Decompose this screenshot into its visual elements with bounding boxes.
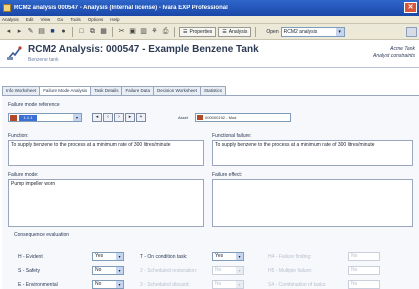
consequence-evaluation-label: Consequence evaluation <box>14 232 70 238</box>
open-icon[interactable]: ▤ <box>37 27 46 36</box>
properties-button[interactable]: ☰ Properties <box>179 26 217 37</box>
last-record-icon[interactable]: ▸ <box>125 113 135 122</box>
on-condition-task-select[interactable]: Yes ▾ <box>212 252 244 261</box>
header-side-line2: Analyst constraints <box>373 53 415 59</box>
chevron-down-icon[interactable]: ▾ <box>236 253 243 260</box>
tab-decision-worksheet[interactable]: Decision Worksheet <box>153 86 201 95</box>
menu-analysis[interactable]: Analysis <box>2 17 19 22</box>
window-title: RCM2 analysis 000547 - Analysis (Interna… <box>14 5 228 11</box>
multiple-failure-select: No <box>348 266 380 275</box>
chevron-down-icon[interactable]: ▾ <box>73 114 81 121</box>
menu-edit[interactable]: Edit <box>26 17 34 22</box>
scheduled-restoration-label: 2 - Scheduled restoration: <box>140 268 198 274</box>
asset-label: Asset <box>178 115 189 120</box>
h-evident-select[interactable]: Yes ▾ <box>92 252 124 261</box>
s-safety-label: S - Safety <box>18 268 40 274</box>
chevron-down-icon: ▾ <box>236 267 243 274</box>
menu-go[interactable]: Go <box>57 17 63 22</box>
new-icon[interactable]: □ <box>77 27 86 36</box>
scheduled-discard-select: No ▾ <box>212 280 244 289</box>
properties-icon: ☰ <box>183 28 188 35</box>
title-bar: RCM2 analysis 000547 - Analysis (Interna… <box>0 0 419 16</box>
header-side-line1: Acme Tank <box>390 46 415 52</box>
report-icon[interactable]: ▥ <box>139 27 148 36</box>
analysis-icon: ☰ <box>222 28 227 35</box>
toolbar-separator <box>255 26 257 37</box>
open-label: Open <box>266 28 279 35</box>
record-nav-buttons: ◂ ‹ › ▸ + <box>92 113 146 122</box>
print-icon[interactable]: ⎙ <box>161 27 170 36</box>
chevron-down-icon: ▾ <box>236 281 243 288</box>
reference-value: 1.1.1 <box>19 115 37 121</box>
toolbar-separator <box>174 26 175 37</box>
save-icon[interactable]: ■ <box>48 27 57 36</box>
toolbar: ◂ ▸ ✎ ▤ ■ ● □ ⧉ ▦ ✂ ▣ ▥ ⚘ ⎙ ☰ Properties… <box>0 24 419 40</box>
toolbar-end-button[interactable] <box>406 27 417 37</box>
forward-icon[interactable]: ▸ <box>15 27 24 36</box>
first-record-icon[interactable]: ◂ <box>92 113 102 122</box>
failure-mode-reference-field[interactable]: 1.1.1 ▾ <box>8 113 82 122</box>
h-evident-label: H - Evident <box>18 254 43 260</box>
combination-of-tasks-label: S4 - Combination of tasks: <box>268 282 327 288</box>
copy-record-icon[interactable]: ▣ <box>128 27 137 36</box>
back-icon[interactable]: ◂ <box>4 27 13 36</box>
function-textarea[interactable]: To supply benzene to the process at a mi… <box>8 140 204 166</box>
asset-field[interactable]: 000000192 - Mod <box>195 113 291 122</box>
tab-statistics[interactable]: Statistics <box>199 86 226 95</box>
tab-task-details[interactable]: Task Details <box>90 86 123 95</box>
menu-help[interactable]: Help <box>110 17 119 22</box>
app-icon <box>3 4 11 12</box>
record-link-icon <box>10 115 17 121</box>
failure-mode-reference-label: Failure mode reference <box>8 102 60 108</box>
chevron-down-icon[interactable]: ▾ <box>116 253 123 260</box>
analysis-record-icon <box>7 46 22 60</box>
on-condition-task-label: T - On condition task: <box>140 254 188 260</box>
toolbar-separator <box>112 26 113 37</box>
failure-effect-label: Failure effect: <box>212 172 243 178</box>
menu-bar: Analysis Edit View Go Tools Options Help <box>0 16 419 24</box>
record-header: RCM2 Analysis: 000547 - Example Benzene … <box>0 40 419 68</box>
multiple-failure-label: H5 - Multiple failure: <box>268 268 313 274</box>
page-title: RCM2 Analysis: 000547 - Example Benzene … <box>28 44 259 55</box>
previous-record-icon[interactable]: ‹ <box>103 113 113 122</box>
analysis-button[interactable]: ☰ Analysis <box>218 26 252 37</box>
paste-icon[interactable]: ▦ <box>99 27 108 36</box>
combination-of-tasks-select: No <box>348 280 380 289</box>
toolbar-separator <box>72 26 73 37</box>
tab-strip: Info Worksheet Failure Mode Analysis Tas… <box>2 86 226 96</box>
e-environmental-select[interactable]: No ▾ <box>92 280 124 289</box>
chevron-down-icon[interactable]: ▾ <box>116 267 123 274</box>
new-record-nav-icon[interactable]: + <box>136 113 146 122</box>
chevron-down-icon[interactable]: ▾ <box>335 27 344 36</box>
attach-icon[interactable]: ⚘ <box>150 27 159 36</box>
close-button[interactable]: ✕ <box>404 2 417 13</box>
e-environmental-label: E - Environmental <box>18 282 58 288</box>
menu-options[interactable]: Options <box>88 17 104 22</box>
functional-failure-label: Functional failure: <box>212 133 252 139</box>
failure-finding-select: No <box>348 252 380 261</box>
failure-effect-textarea[interactable] <box>212 179 413 227</box>
delete-icon[interactable]: ● <box>59 27 68 36</box>
copy-icon[interactable]: ⧉ <box>88 27 97 36</box>
failure-mode-label: Failure mode: <box>8 172 39 178</box>
menu-view[interactable]: View <box>41 17 51 22</box>
menu-tools[interactable]: Tools <box>70 17 81 22</box>
failure-finding-label: H4 - Failure finding: <box>268 254 312 260</box>
page-subtitle: Benzene tank <box>28 57 59 63</box>
chevron-down-icon[interactable]: ▾ <box>116 281 123 288</box>
function-label: Function: <box>8 133 29 139</box>
cut-icon[interactable]: ✂ <box>117 27 126 36</box>
s-safety-select[interactable]: No ▾ <box>92 266 124 275</box>
scheduled-discard-label: 3 - Scheduled discard: <box>140 282 190 288</box>
asset-icon <box>197 115 203 120</box>
next-record-icon[interactable]: › <box>114 113 124 122</box>
scheduled-restoration-select: No ▾ <box>212 266 244 275</box>
tab-failure-data[interactable]: Failure Data <box>121 86 154 95</box>
failure-mode-textarea[interactable]: Pump impeller worn <box>8 179 204 227</box>
functional-failure-textarea[interactable]: To supply benzene to the process at a mi… <box>212 140 413 166</box>
tab-info-worksheet[interactable]: Info Worksheet <box>2 86 41 95</box>
new-record-icon[interactable]: ✎ <box>26 27 35 36</box>
open-combo[interactable]: RCM2 analysis ▾ <box>280 26 345 37</box>
